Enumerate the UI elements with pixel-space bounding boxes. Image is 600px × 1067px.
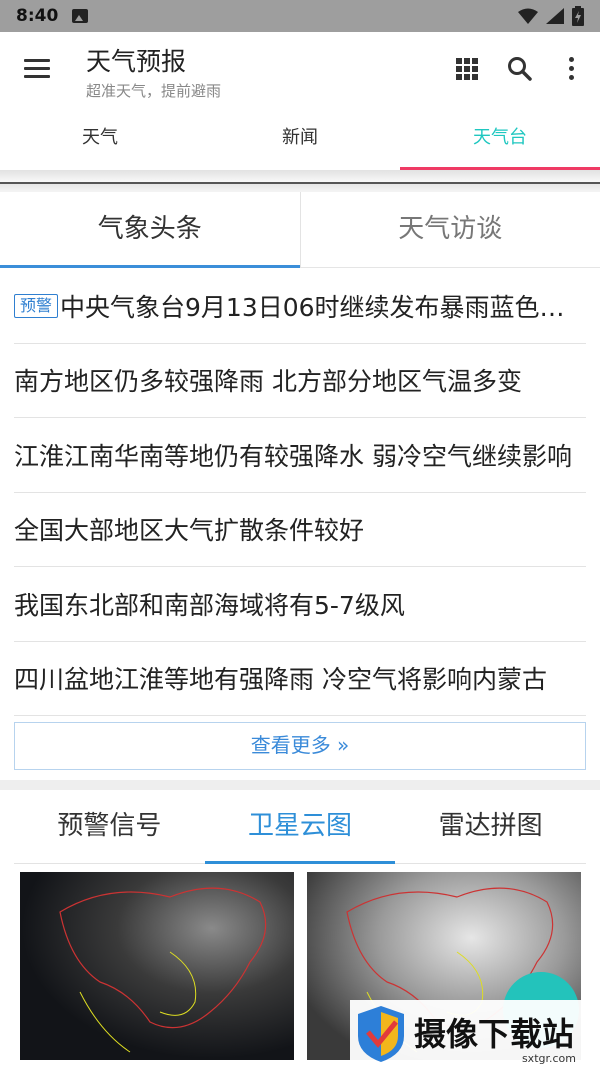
satellite-image-1[interactable]	[20, 872, 294, 1060]
news-list: 预警 中央气象台9月13日06时继续发布暴雨蓝色预警 南方地区仍多较强降雨 北方…	[14, 269, 586, 716]
apps-grid-icon[interactable]	[456, 58, 478, 80]
status-bar: 8:40	[0, 0, 600, 32]
view-more-button[interactable]: 查看更多 »	[14, 722, 586, 770]
news-title: 四川盆地江淮等地有强降雨 冷空气将影响内蒙古	[14, 665, 547, 695]
tab-weather-station[interactable]: 天气台	[400, 106, 600, 170]
list-item[interactable]: 我国东北部和南部海域将有5-7级风	[14, 567, 586, 642]
tab-warning-signals[interactable]: 预警信号	[14, 790, 205, 863]
list-item[interactable]: 江淮江南华南等地仍有较强降水 弱冷空气继续影响	[14, 418, 586, 493]
section-divider	[0, 780, 600, 790]
app-title: 天气预报	[86, 47, 187, 76]
signal-icon	[546, 8, 564, 24]
status-indicators	[518, 6, 584, 26]
search-icon[interactable]	[507, 56, 533, 82]
section-divider	[0, 184, 600, 192]
status-time: 8:40	[16, 6, 59, 26]
news-tabs: 气象头条 天气访谈	[0, 192, 600, 268]
tab-news[interactable]: 新闻	[200, 106, 400, 170]
image-tabs: 预警信号 卫星云图 雷达拼图	[14, 790, 586, 864]
app-subtitle: 超准天气，提前避雨	[86, 82, 222, 100]
news-title: 中央气象台9月13日06时继续发布暴雨蓝色预警	[60, 292, 586, 322]
tab-satellite-cloud[interactable]: 卫星云图	[204, 790, 396, 864]
main-tabs: 天气 新闻 天气台	[0, 106, 600, 170]
list-item[interactable]: 预警 中央气象台9月13日06时继续发布暴雨蓝色预警	[14, 269, 586, 344]
news-title: 南方地区仍多较强降雨 北方部分地区气温多变	[14, 367, 522, 397]
app-bar: 天气预报 超准天气，提前避雨	[0, 32, 600, 106]
news-title: 我国东北部和南部海域将有5-7级风	[14, 590, 405, 620]
menu-icon[interactable]	[24, 59, 50, 79]
watermark: 摄像下载站 sxtgr.com	[350, 1000, 590, 1067]
previous-image-strip	[0, 170, 600, 184]
tab-headlines[interactable]: 气象头条	[0, 192, 301, 268]
watermark-text: 摄像下载站	[414, 1014, 575, 1053]
image-notification-icon	[72, 9, 89, 23]
list-item[interactable]: 南方地区仍多较强降雨 北方部分地区气温多变	[14, 344, 586, 418]
more-options-icon[interactable]	[569, 57, 575, 81]
news-title: 全国大部地区大气扩散条件较好	[14, 516, 365, 546]
tab-interviews[interactable]: 天气访谈	[301, 192, 600, 267]
watermark-url: sxtgr.com	[521, 1052, 576, 1065]
news-title: 江淮江南华南等地仍有较强降水 弱冷空气继续影响	[14, 441, 572, 471]
tab-radar-mosaic[interactable]: 雷达拼图	[395, 790, 586, 863]
tab-weather[interactable]: 天气	[0, 106, 200, 170]
list-item[interactable]: 四川盆地江淮等地有强降雨 冷空气将影响内蒙古	[14, 642, 586, 716]
warning-badge: 预警	[14, 293, 59, 318]
wifi-icon	[518, 8, 538, 24]
watermark-logo-icon	[358, 1005, 404, 1062]
battery-icon	[572, 6, 584, 26]
list-item[interactable]: 全国大部地区大气扩散条件较好	[14, 493, 586, 567]
